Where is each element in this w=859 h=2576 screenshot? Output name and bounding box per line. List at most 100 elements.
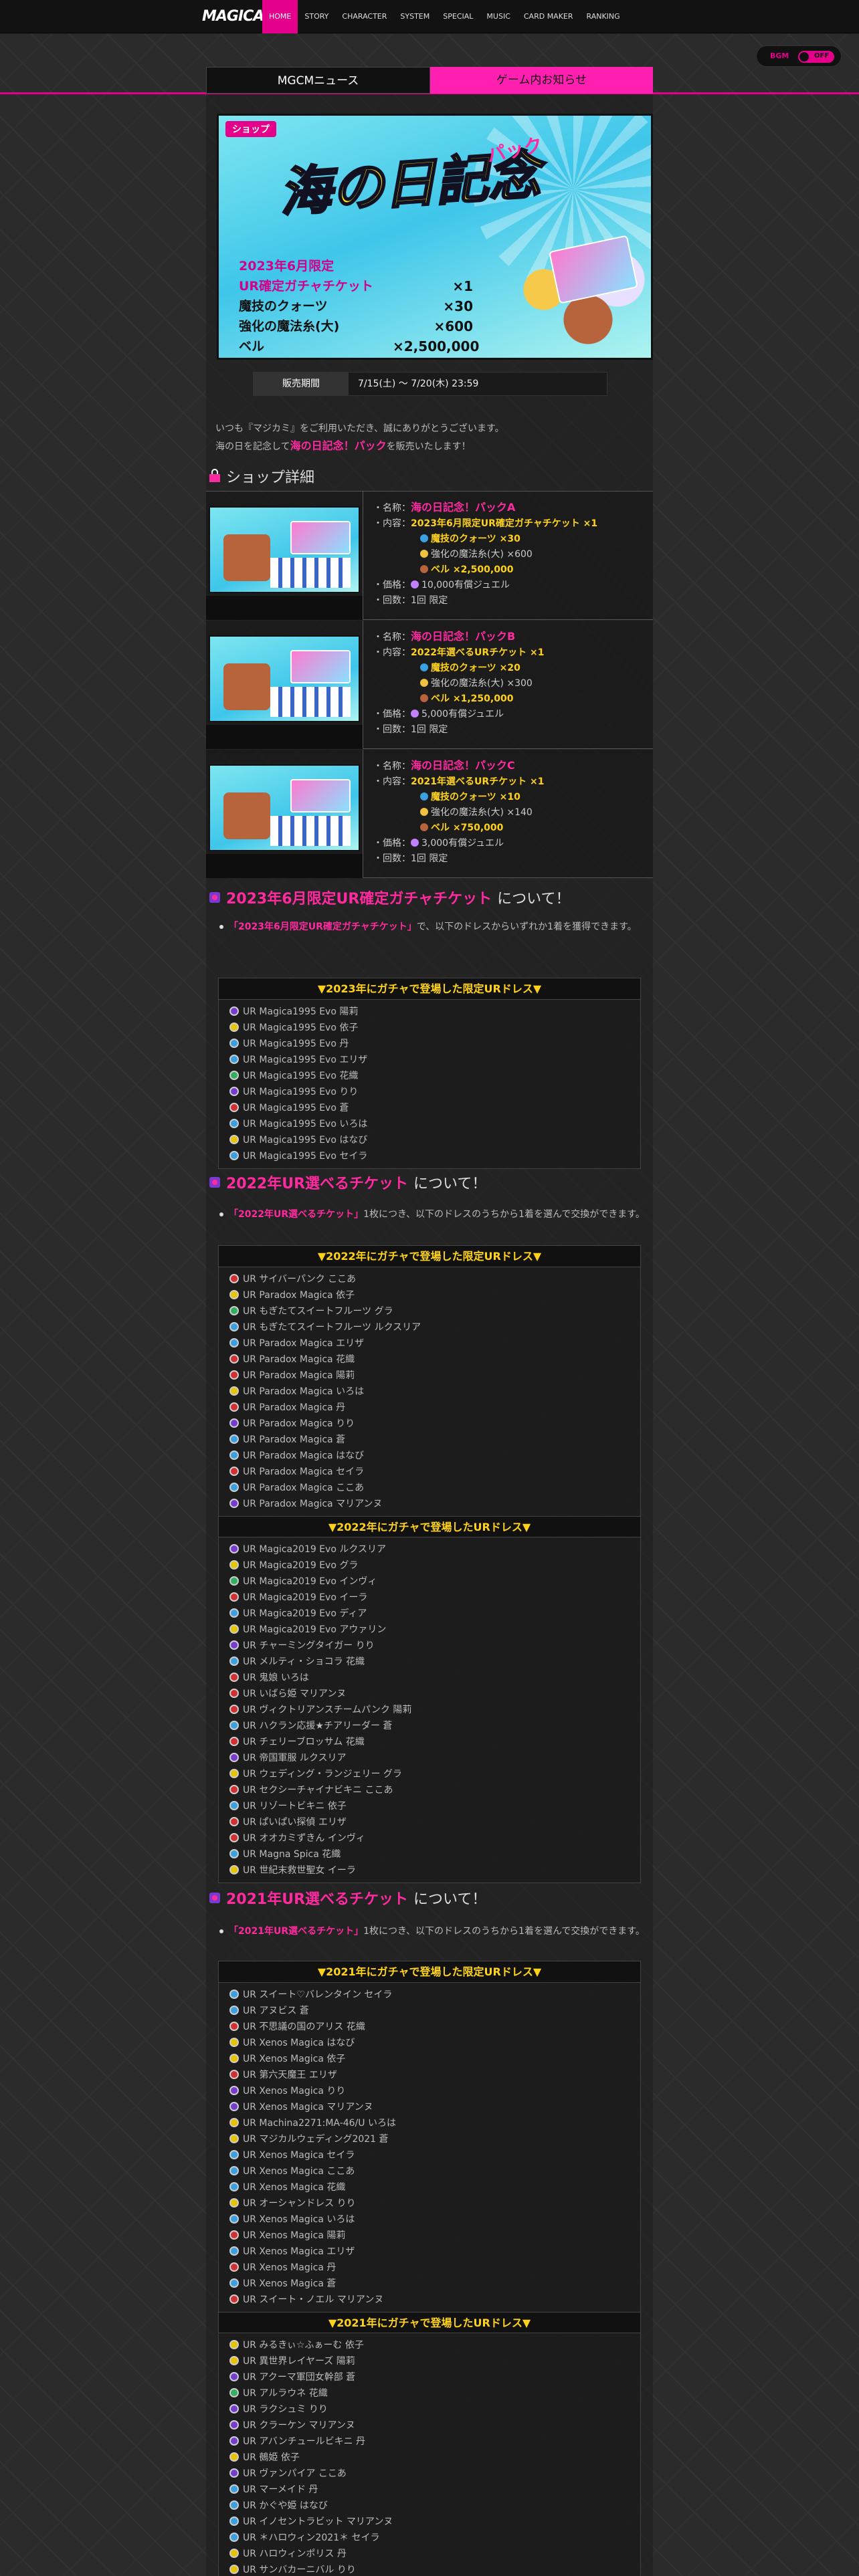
dress-item: UR Paradox Magica マリアンヌ <box>229 1496 630 1512</box>
red-attribute-icon <box>229 2022 239 2031</box>
nav-character[interactable]: CHARACTER <box>335 0 393 33</box>
pack-item: ベル ×1,250,000 <box>431 693 514 704</box>
dress-item: UR Magica2019 Evo ルクスリア <box>229 1541 630 1558</box>
jewel-icon <box>411 839 419 847</box>
dress-name: UR Xenos Magica ここあ <box>243 2166 355 2177</box>
tab-mgcm-news[interactable]: MGCMニュース <box>206 67 430 94</box>
quartz-icon <box>420 663 428 671</box>
dress-item: UR もぎたてスイートフルーツ グラ <box>229 1303 630 1319</box>
dress-name: UR Magica1995 Evo 依子 <box>243 1023 359 1033</box>
dress-items: UR Magica1995 Evo 陽莉 UR Magica1995 Evo 依子… <box>219 1000 640 1168</box>
switch-knob <box>799 52 809 62</box>
sec2-bullet: 「2022年UR選べるチケット」1枚につき、以下のドレスのうちから1着を選んで交… <box>219 1206 650 1222</box>
purple-attribute-icon <box>229 2102 239 2111</box>
pack-thumbnail <box>209 764 360 851</box>
red-attribute-icon <box>229 1689 239 1698</box>
red-attribute-icon <box>229 2230 239 2240</box>
dress-name: UR もぎたてスイートフルーツ ルクスリア <box>243 1322 421 1333</box>
dress-name: UR スイート・ノエル マリアンヌ <box>243 2294 384 2305</box>
red-attribute-icon <box>229 1705 239 1714</box>
star-attribute-icon <box>229 2452 239 2462</box>
blue-attribute-icon <box>229 1039 239 1048</box>
dress-item: UR Paradox Magica 陽莉 <box>229 1368 630 1384</box>
banner-line: 2023年6月限定 <box>239 259 335 274</box>
dress-item: UR Magica2019 Evo イーラ <box>229 1590 630 1606</box>
dress-list-header: ▼2022年にガチャで登場したURドレス▼ <box>219 1516 640 1537</box>
dress-item: UR サンバカーニバル りり <box>229 2562 630 2576</box>
dress-item: UR リゾートビキニ 依子 <box>229 1798 630 1814</box>
dress-item: UR Magna Spica 花織 <box>229 1846 630 1862</box>
dress-list: ▼2021年にガチャで登場した限定URドレス▼ UR スイート♡バレンタイン セ… <box>218 1961 641 2576</box>
purple-attribute-icon <box>229 1499 239 1508</box>
shop-details-title: ショップ詳細 <box>226 469 315 486</box>
dress-item: UR Xenos Magica マリアンヌ <box>229 2099 630 2115</box>
blue-attribute-icon <box>229 2516 239 2526</box>
dress-name: UR ヴィクトリアンスチームパンク 陽莉 <box>243 1705 412 1715</box>
nav-system[interactable]: SYSTEM <box>393 0 436 33</box>
banner-qty: ×30 <box>443 298 473 314</box>
dress-list-header: ▼2023年にガチャで登場した限定URドレス▼ <box>219 978 640 1000</box>
pack-item: ベル ×750,000 <box>431 823 504 833</box>
red-attribute-icon <box>229 1354 239 1364</box>
bgm-switch[interactable]: OFF <box>798 51 834 63</box>
blue-attribute-icon <box>229 1451 239 1460</box>
purple-attribute-icon <box>229 2468 239 2478</box>
dress-name: UR リゾートビキニ 依子 <box>243 1801 347 1812</box>
dress-name: UR 帝国軍服 ルクスリア <box>243 1753 347 1763</box>
dress-name: UR Magica2019 Evo ディア <box>243 1608 367 1619</box>
nav-special[interactable]: SPECIAL <box>436 0 480 33</box>
nav-music[interactable]: MUSIC <box>480 0 516 33</box>
pack-name: 海の日記念！パックC <box>411 759 515 772</box>
dress-name: UR Paradox Magica セイラ <box>243 1467 365 1477</box>
dress-item: UR アヌビス 蒼 <box>229 2003 630 2019</box>
dress-item: UR Xenos Magica ここあ <box>229 2163 630 2179</box>
dress-name: UR Magica1995 Evo りり <box>243 1087 359 1097</box>
purple-attribute-icon <box>229 1640 239 1650</box>
intro-text-b: を販売いたします！ <box>386 441 471 452</box>
dress-name: UR Magica2019 Evo イーラ <box>243 1592 368 1603</box>
red-attribute-icon <box>229 1673 239 1682</box>
pack-item: 魔技のクォーツ ×20 <box>431 663 520 673</box>
shop-details-heading: ショップ詳細 <box>206 465 314 487</box>
nav-story[interactable]: STORY <box>298 0 335 33</box>
dress-name: UR ハロウィンポリス 丹 <box>243 2549 347 2559</box>
dress-name: UR 異世界レイヤーズ 陽莉 <box>243 2356 355 2367</box>
tab-ingame-notice[interactable]: ゲーム内お知らせ <box>430 67 653 94</box>
dress-name: UR Magica2019 Evo アウァリン <box>243 1624 387 1635</box>
red-attribute-icon <box>229 1467 239 1476</box>
dress-item: UR Magica1995 Evo りり <box>229 1084 630 1100</box>
banner-line: UR確定ガチャチケット <box>239 279 373 294</box>
ticket-icon <box>207 1891 222 1905</box>
label-name: ・名称： <box>373 761 411 772</box>
sec3-suffix: について！ <box>413 1891 487 1908</box>
label-content: ・内容： <box>373 776 411 787</box>
nav-card-maker[interactable]: CARD MAKER <box>517 0 580 33</box>
red-attribute-icon <box>229 1817 239 1826</box>
intro-highlight: 海の日記念！パック <box>290 439 387 452</box>
dress-item: UR ハロウィンポリス 丹 <box>229 2546 630 2562</box>
dress-item: UR Magica2019 Evo インヴィ <box>229 1574 630 1590</box>
nav-ranking[interactable]: RANKING <box>580 0 627 33</box>
label-content: ・内容： <box>373 647 411 658</box>
nav-home[interactable]: HOME <box>262 0 298 33</box>
dress-name: UR ヴァンパイア ここあ <box>243 2468 347 2479</box>
pack-price: 10,000有償ジュエル <box>421 580 510 591</box>
dress-item: UR ウェディング・ランジェリー グラ <box>229 1766 630 1782</box>
purple-attribute-icon <box>229 1087 239 1096</box>
dress-name: UR マーメイド 丹 <box>243 2484 318 2495</box>
thread-icon <box>420 808 428 816</box>
blue-attribute-icon <box>229 1483 239 1492</box>
dress-item: UR Paradox Magica いろは <box>229 1384 630 1400</box>
dress-item: UR Magica1995 Evo はなび <box>229 1132 630 1148</box>
pack-item: 2023年6月限定UR確定ガチャチケット ×1 <box>411 518 598 529</box>
dress-name: UR ラクシュミ りり <box>243 2404 328 2415</box>
bgm-toggle[interactable]: BGM OFF <box>756 45 842 67</box>
blue-attribute-icon <box>229 2278 239 2288</box>
dress-item: UR みるきぃ☆ふぁーむ 依子 <box>229 2337 630 2353</box>
dress-name: UR アクーマ軍団女幹部 蒼 <box>243 2372 356 2383</box>
dress-item: UR ハクラン応援★チアリーダー 蒼 <box>229 1718 630 1734</box>
pack-price: 3,000有償ジュエル <box>421 838 504 849</box>
sale-period-label: 販売期間 <box>254 372 349 395</box>
pack-item: 2022年選べるURチケット ×1 <box>411 647 545 658</box>
dress-name: UR Magica1995 Evo 丹 <box>243 1039 349 1049</box>
